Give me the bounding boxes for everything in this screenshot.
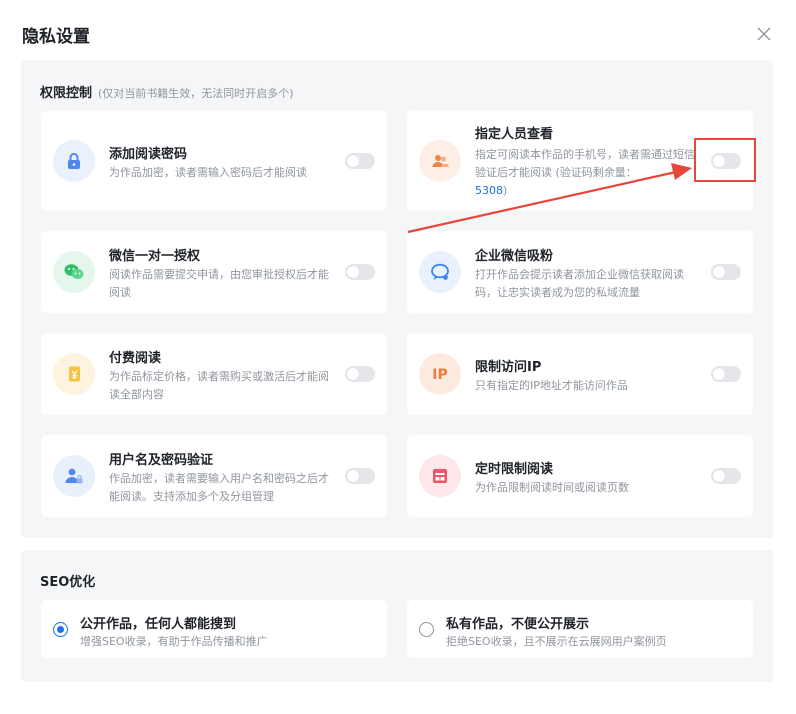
perm-desc: 指定可阅读本作品的手机号，读者需通过短信验证后才能阅读 (验证码剩余量： 5308… xyxy=(475,146,697,200)
toggle-knob xyxy=(347,155,359,167)
seo-option-desc: 增强SEO收录，有助于作品传播和推广 xyxy=(80,635,268,648)
dialog-title: 隐私设置 xyxy=(22,27,90,47)
perm-card-designated-viewers: 指定人员查看 指定可阅读本作品的手机号，读者需通过短信验证后才能阅读 (验证码剩… xyxy=(407,111,753,211)
private-radio[interactable] xyxy=(419,622,434,637)
toggle-knob xyxy=(713,368,725,380)
perm-title: 添加阅读密码 xyxy=(109,147,188,162)
perm-desc: 作品加密，读者需要输入用户名和密码之后才能阅读。支持添加多个及分组管理 xyxy=(109,472,329,503)
ip-restrict-toggle[interactable] xyxy=(711,366,741,382)
close-icon xyxy=(757,27,771,41)
permission-section: 权限控制 (仅对当前书籍生效，无法同时开启多个) 添加阅读密码 为作品加密，读者需… xyxy=(21,60,773,538)
people-icon xyxy=(419,140,461,182)
ip-icon: IP xyxy=(419,353,461,395)
perm-card-paid-reading: 付费阅读 为作品标定价格，读者需购买或激活后才能阅读全部内容 xyxy=(41,333,387,415)
seo-option-title: 公开作品，任何人都能搜到 xyxy=(80,617,237,632)
perm-desc: 为作品限制阅读时间或阅读页数 xyxy=(475,481,629,494)
yen-coin-icon xyxy=(53,353,95,395)
perm-title: 微信一对一授权 xyxy=(109,249,201,264)
toggle-knob xyxy=(713,155,725,167)
user-password-toggle[interactable] xyxy=(345,468,375,484)
perm-desc: 打开作品会提示读者添加企业微信获取阅读码，让忠实读者成为您的私域流量 xyxy=(475,268,684,299)
perm-desc: 为作品标定价格，读者需购买或激活后才能阅读全部内容 xyxy=(109,370,329,401)
seo-section: SEO优化 公开作品，任何人都能搜到 增强SEO收录，有助于作品传播和推广 私有… xyxy=(21,550,773,682)
perm-desc-tail: ) xyxy=(503,184,508,197)
perm-title: 企业微信吸粉 xyxy=(475,249,554,264)
timed-reading-toggle[interactable] xyxy=(711,468,741,484)
wechat-auth-toggle[interactable] xyxy=(345,264,375,280)
perm-title: 限制访问IP xyxy=(475,360,542,375)
toggle-knob xyxy=(713,470,725,482)
perm-card-read-password: 添加阅读密码 为作品加密，读者需输入密码后才能阅读 xyxy=(41,111,387,211)
perm-card-enterprise-wechat: 企业微信吸粉 打开作品会提示读者添加企业微信获取阅读码，让忠实读者成为您的私域流… xyxy=(407,231,753,313)
permission-heading: 权限控制 (仅对当前书籍生效，无法同时开启多个) xyxy=(40,82,294,101)
permission-hint: (仅对当前书籍生效，无法同时开启多个) xyxy=(98,87,294,100)
seo-heading: SEO优化 xyxy=(40,575,96,590)
sms-quota-count: 5308 xyxy=(475,184,503,197)
toggle-knob xyxy=(347,470,359,482)
perm-desc: 只有指定的IP地址才能访问作品 xyxy=(475,379,628,392)
perm-card-user-password: 用户名及密码验证 作品加密，读者需要输入用户名和密码之后才能阅读。支持添加多个及… xyxy=(41,435,387,517)
wechat-icon xyxy=(53,251,95,293)
read-password-toggle[interactable] xyxy=(345,153,375,169)
calendar-icon xyxy=(419,455,461,497)
perm-title: 定时限制阅读 xyxy=(475,462,554,477)
paid-reading-toggle[interactable] xyxy=(345,366,375,382)
permission-heading-text: 权限控制 xyxy=(40,86,93,101)
close-button[interactable] xyxy=(754,24,774,44)
perm-card-ip-restrict: IP 限制访问IP 只有指定的IP地址才能访问作品 xyxy=(407,333,753,415)
chat-bubble-icon xyxy=(419,251,461,293)
perm-card-wechat-auth: 微信一对一授权 阅读作品需要提交申请，由您审批授权后才能阅读 xyxy=(41,231,387,313)
lock-icon xyxy=(53,140,95,182)
toggle-knob xyxy=(713,266,725,278)
toggle-knob xyxy=(347,266,359,278)
perm-desc: 为作品加密，读者需输入密码后才能阅读 xyxy=(109,166,307,179)
seo-option-desc: 拒绝SEO收录，且不展示在云展网用户案例页 xyxy=(446,635,667,648)
toggle-knob xyxy=(347,368,359,380)
seo-option-title: 私有作品，不便公开展示 xyxy=(446,617,590,632)
seo-option-public[interactable]: 公开作品，任何人都能搜到 增强SEO收录，有助于作品传播和推广 xyxy=(41,600,387,658)
perm-title: 用户名及密码验证 xyxy=(109,453,214,468)
designated-viewers-toggle[interactable] xyxy=(711,153,741,169)
perm-desc: 阅读作品需要提交申请，由您审批授权后才能阅读 xyxy=(109,268,329,299)
perm-desc-text: 指定可阅读本作品的手机号，读者需通过短信验证后才能阅读 (验证码剩余量： xyxy=(475,148,695,179)
perm-card-timed-reading: 定时限制阅读 为作品限制阅读时间或阅读页数 xyxy=(407,435,753,517)
public-radio[interactable] xyxy=(53,622,68,637)
perm-title: 付费阅读 xyxy=(109,351,162,366)
svg-text:IP: IP xyxy=(432,367,447,383)
user-lock-icon xyxy=(53,455,95,497)
seo-option-private[interactable]: 私有作品，不便公开展示 拒绝SEO收录，且不展示在云展网用户案例页 xyxy=(407,600,753,658)
perm-title: 指定人员查看 xyxy=(475,127,554,142)
enterprise-wechat-toggle[interactable] xyxy=(711,264,741,280)
